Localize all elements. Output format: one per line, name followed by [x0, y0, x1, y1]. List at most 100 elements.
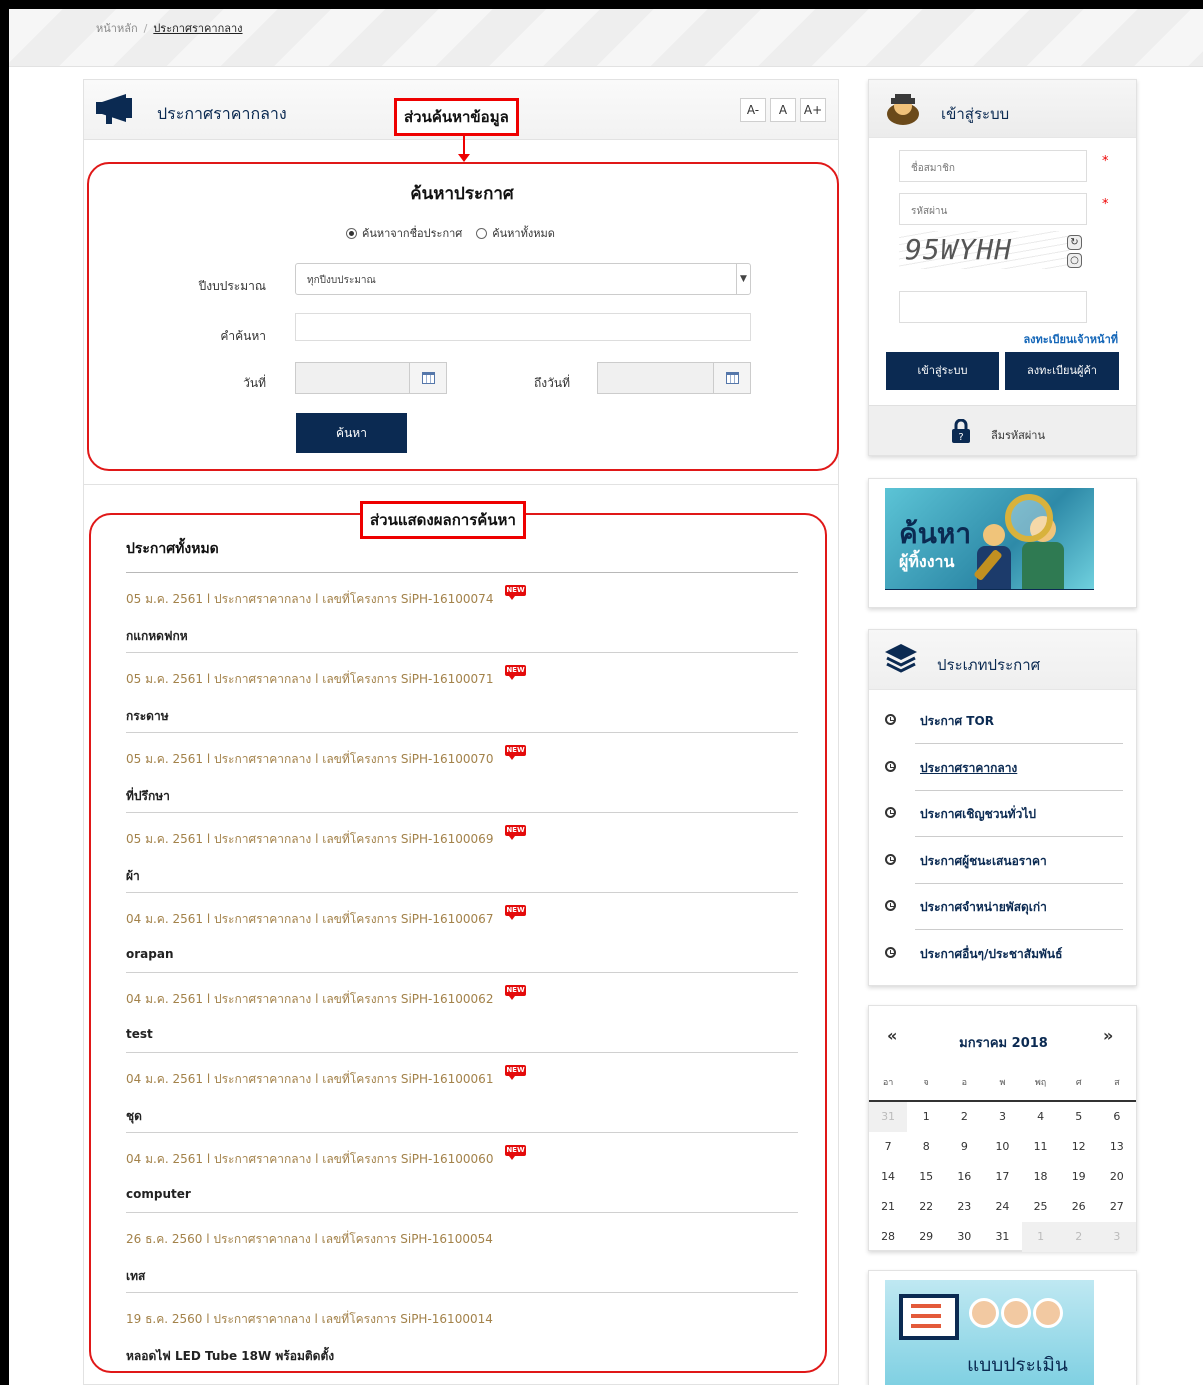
calendar-day[interactable]: 1	[1021, 1222, 1060, 1252]
radio-dot-selected[interactable]	[346, 227, 357, 239]
result-item-title[interactable]: เทส	[126, 1267, 145, 1286]
clock-icon	[885, 853, 896, 865]
date-to-input[interactable]	[597, 362, 715, 394]
announcement-type-label[interactable]: ประกาศเชิญชวนทั่วไป	[920, 805, 1036, 824]
register-vendor-button[interactable]: ลงทะเบียนผู้ค้า	[1005, 352, 1119, 390]
calendar-day[interactable]: 22	[907, 1192, 945, 1222]
calendar-day[interactable]: 24	[983, 1192, 1021, 1222]
calendar-day[interactable]: 1	[907, 1102, 945, 1132]
section-divider	[84, 484, 838, 485]
date-to-calendar-button[interactable]	[713, 362, 751, 394]
username-field[interactable]: ชื่อสมาชิก	[899, 150, 1087, 182]
calendar-day[interactable]: 11	[1022, 1132, 1060, 1162]
announcement-type-label[interactable]: ประกาศ TOR	[920, 712, 994, 731]
calendar-day[interactable]: 2	[945, 1102, 983, 1132]
result-item-title[interactable]: กระดาษ	[126, 707, 169, 726]
breadcrumb-current[interactable]: ประกาศราคากลาง	[153, 22, 242, 35]
announcement-type-label[interactable]: ประกาศผู้ชนะเสนอราคา	[920, 852, 1047, 871]
result-item-meta[interactable]: 04 ม.ค. 2561 l ประกาศราคากลาง l เลขที่โค…	[126, 1070, 493, 1089]
search-button[interactable]: ค้นหา	[296, 413, 407, 453]
evaluation-banner[interactable]: แบบประเมิน	[885, 1280, 1094, 1385]
captcha-audio-icon[interactable]: ○	[1067, 253, 1082, 268]
result-item-title[interactable]: computer	[126, 1187, 191, 1201]
font-decrease-button[interactable]: A-	[740, 98, 766, 122]
calendar-day[interactable]: 31	[869, 1102, 908, 1132]
calendar-day[interactable]: 16	[945, 1162, 983, 1192]
captcha-answer-field[interactable]	[899, 291, 1087, 323]
calendar-day[interactable]: 12	[1060, 1132, 1098, 1162]
login-button[interactable]: เข้าสู่ระบบ	[886, 352, 999, 390]
calendar-day[interactable]: 5	[1060, 1102, 1098, 1132]
calendar-day[interactable]: 14	[869, 1162, 907, 1192]
calendar-day[interactable]: 8	[907, 1132, 945, 1162]
calendar-day[interactable]: 29	[907, 1222, 945, 1252]
calendar-day[interactable]: 28	[869, 1222, 907, 1252]
calendar-day[interactable]: 2	[1059, 1222, 1098, 1252]
captcha-refresh-icon[interactable]: ↻	[1067, 235, 1082, 250]
radio-dot[interactable]	[476, 227, 488, 239]
announcement-type-item[interactable]: ประกาศอื่นๆ/ประชาสัมพันธ์	[885, 931, 1123, 977]
result-item-title[interactable]: หลอดไฟ LED Tube 18W พร้อมติดตั้ง	[126, 1347, 334, 1366]
announcement-type-item[interactable]: ประกาศเชิญชวนทั่วไป	[885, 791, 1123, 837]
announcement-type-item[interactable]: ประกาศ TOR	[885, 698, 1123, 744]
announcement-type-item[interactable]: ประกาศจำหน่ายพัสดุเก่า	[885, 884, 1123, 930]
announcement-type-label[interactable]: ประกาศอื่นๆ/ประชาสัมพันธ์	[920, 945, 1062, 964]
result-item-meta[interactable]: 05 ม.ค. 2561 l ประกาศราคากลาง l เลขที่โค…	[126, 830, 493, 849]
result-item-title[interactable]: ผ้า	[126, 867, 140, 886]
result-item-meta[interactable]: 04 ม.ค. 2561 l ประกาศราคากลาง l เลขที่โค…	[126, 1150, 493, 1169]
font-increase-button[interactable]: A+	[800, 98, 826, 122]
password-field[interactable]: รหัสผ่าน	[899, 193, 1087, 225]
calendar-day[interactable]: 31	[983, 1222, 1021, 1252]
calendar-day[interactable]: 3	[983, 1102, 1021, 1132]
calendar-day[interactable]: 18	[1022, 1162, 1060, 1192]
calendar-day[interactable]: 25	[1022, 1192, 1060, 1222]
find-abandoners-banner[interactable]: ค้นหา ผู้ทิ้งงาน	[885, 488, 1094, 590]
result-item-meta[interactable]: 04 ม.ค. 2561 l ประกาศราคากลาง l เลขที่โค…	[126, 990, 493, 1009]
radio-search-by-name[interactable]: ค้นหาจากชื่อประกาศ	[346, 224, 462, 242]
announcement-type-item[interactable]: ประกาศราคากลาง	[885, 745, 1123, 791]
calendar-day[interactable]: 20	[1098, 1162, 1136, 1192]
calendar-day[interactable]: 3	[1097, 1222, 1136, 1252]
keyword-input[interactable]	[295, 313, 751, 341]
calendar-day[interactable]: 6	[1098, 1102, 1136, 1132]
result-item-meta[interactable]: 26 ธ.ค. 2560 l ประกาศราคากลาง l เลขที่โค…	[126, 1230, 493, 1249]
calendar-day[interactable]: 13	[1098, 1132, 1136, 1162]
announcement-type-item[interactable]: ประกาศผู้ชนะเสนอราคา	[885, 838, 1123, 884]
calendar-day[interactable]: 30	[945, 1222, 983, 1252]
fiscal-year-select[interactable]: ทุกปีงบประมาณ ▼	[295, 263, 751, 295]
date-from-calendar-button[interactable]	[409, 362, 447, 394]
calendar-day[interactable]: 21	[869, 1192, 907, 1222]
result-item-title[interactable]: กแกหดฟกห	[126, 627, 188, 646]
calendar-day[interactable]: 10	[983, 1132, 1021, 1162]
calendar-day[interactable]: 7	[869, 1132, 907, 1162]
result-item-meta[interactable]: 05 ม.ค. 2561 l ประกาศราคากลาง l เลขที่โค…	[126, 670, 493, 689]
register-staff-link[interactable]: ลงทะเบียนเจ้าหน้าที่	[1023, 330, 1118, 348]
calendar-day[interactable]: 4	[1022, 1102, 1060, 1132]
result-item-title[interactable]: ที่ปรึกษา	[126, 787, 170, 806]
announcement-type-label[interactable]: ประกาศราคากลาง	[920, 759, 1017, 778]
result-item-meta[interactable]: 19 ธ.ค. 2560 l ประกาศราคากลาง l เลขที่โค…	[126, 1310, 493, 1329]
font-normal-button[interactable]: A	[770, 98, 796, 122]
announcement-type-label[interactable]: ประกาศจำหน่ายพัสดุเก่า	[920, 898, 1047, 917]
calendar-day[interactable]: 17	[983, 1162, 1021, 1192]
forgot-password-bar[interactable]: ? ลืมรหัสผ่าน	[869, 405, 1136, 455]
date-to-label: ถึงวันที่	[534, 376, 570, 390]
calendar-weekday: อา	[882, 1078, 894, 1088]
result-item-meta[interactable]: 05 ม.ค. 2561 l ประกาศราคากลาง l เลขที่โค…	[126, 590, 493, 609]
calendar-day[interactable]: 19	[1060, 1162, 1098, 1192]
result-item-title[interactable]: ชุด	[126, 1107, 142, 1126]
result-item-meta[interactable]: 05 ม.ค. 2561 l ประกาศราคากลาง l เลขที่โค…	[126, 750, 493, 769]
breadcrumb-home[interactable]: หน้าหลัก	[96, 22, 138, 35]
calendar-day[interactable]: 26	[1060, 1192, 1098, 1222]
forgot-password-link[interactable]: ลืมรหัสผ่าน	[991, 426, 1045, 444]
calendar-day[interactable]: 9	[945, 1132, 983, 1162]
result-item-title[interactable]: test	[126, 1027, 153, 1041]
calendar-day[interactable]: 15	[907, 1162, 945, 1192]
result-item-title[interactable]: orapan	[126, 947, 174, 961]
radio-search-all[interactable]: ค้นหาทั้งหมด	[476, 224, 555, 242]
date-from-input[interactable]	[295, 362, 411, 394]
calendar-day[interactable]: 23	[945, 1192, 983, 1222]
calendar-day[interactable]: 27	[1098, 1192, 1136, 1222]
chevron-down-icon[interactable]: ▼	[736, 264, 750, 294]
result-item-meta[interactable]: 04 ม.ค. 2561 l ประกาศราคากลาง l เลขที่โค…	[126, 910, 493, 929]
